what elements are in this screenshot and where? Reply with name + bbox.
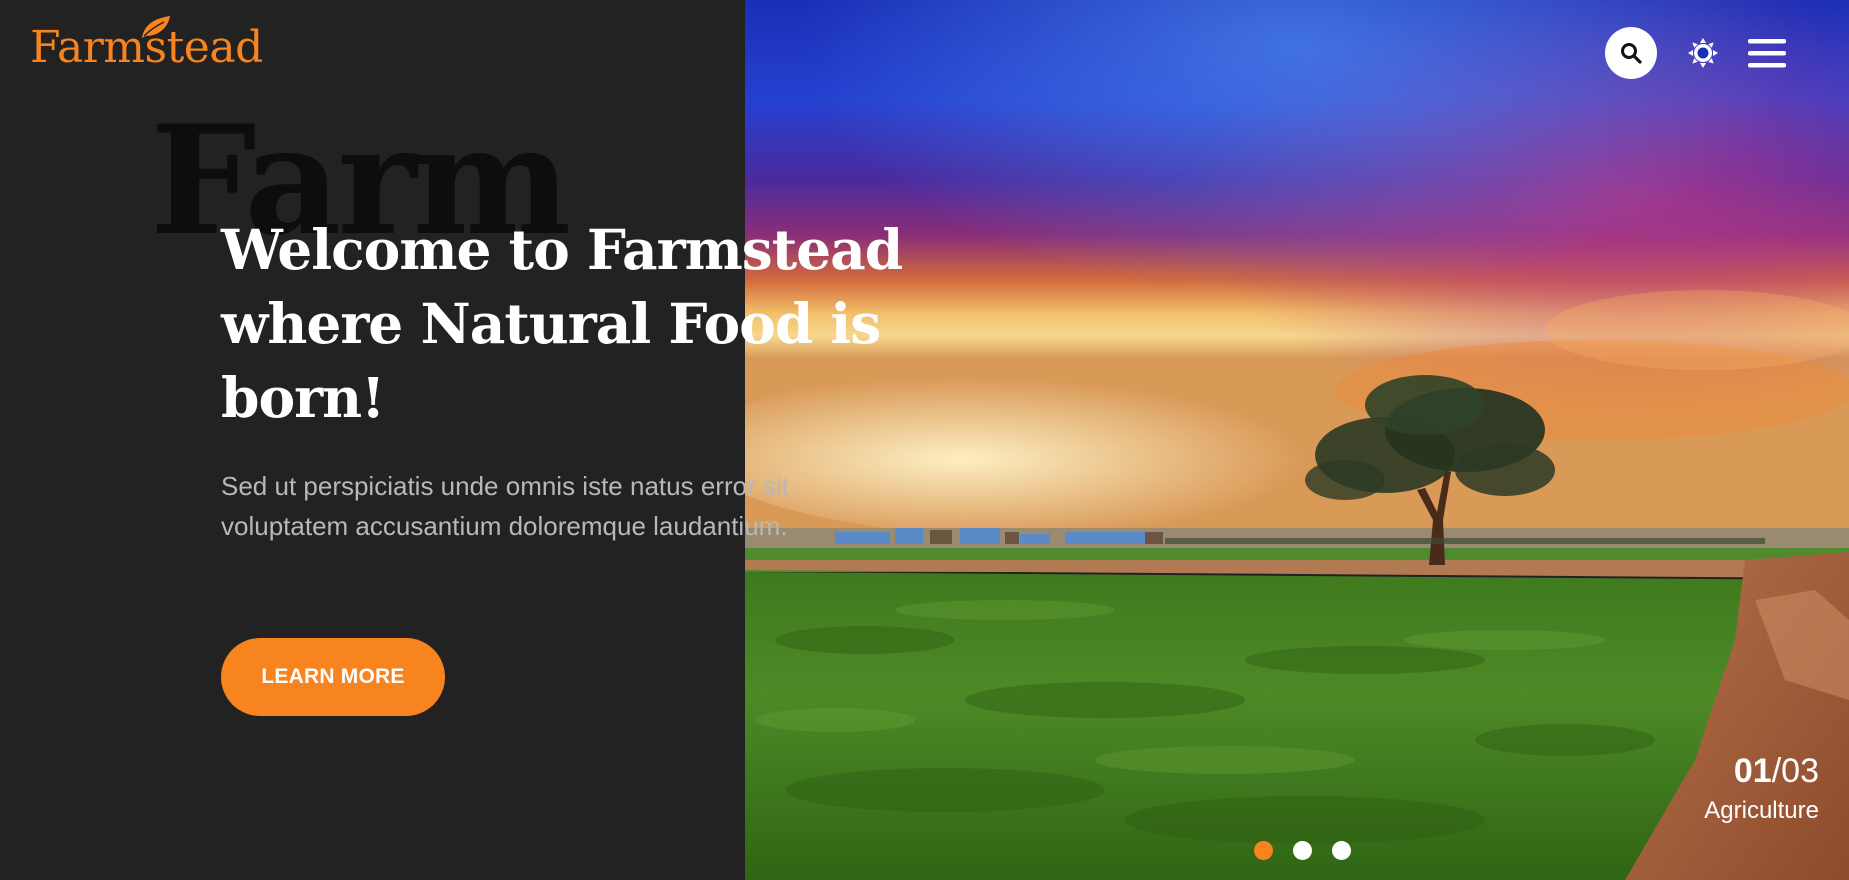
slider-pagination — [1254, 841, 1351, 860]
sun-icon — [1688, 38, 1718, 68]
hero-page: Farmstead Farm Welcome to Farmstead wher… — [0, 0, 1849, 880]
slide-counter: 01/03 Agriculture — [1704, 748, 1819, 828]
header-actions — [1605, 27, 1787, 79]
hero-background-photo — [745, 0, 1849, 880]
slide-category: Agriculture — [1704, 797, 1819, 824]
hero-title: Welcome to Farmstead where Natural Food … — [221, 217, 903, 430]
hero-subtitle: Sed ut perspiciatis unde omnis iste natu… — [221, 471, 789, 541]
leaf-icon — [142, 16, 170, 38]
slider-dot-3[interactable] — [1332, 841, 1351, 860]
brand-logo[interactable]: Farmstead — [30, 16, 263, 76]
theme-toggle-button[interactable] — [1683, 33, 1723, 73]
search-icon — [1621, 43, 1642, 64]
slider-dot-2[interactable] — [1293, 841, 1312, 860]
search-button[interactable] — [1605, 27, 1657, 79]
slide-separator: / — [1771, 752, 1782, 790]
slider-dot-1[interactable] — [1254, 841, 1273, 860]
slide-total-number: 03 — [1781, 752, 1819, 790]
field-landscape-image — [745, 0, 1849, 880]
menu-button[interactable] — [1747, 33, 1787, 73]
slide-counter-numbers: 01/03 — [1704, 748, 1819, 794]
hamburger-menu-icon — [1748, 39, 1786, 68]
slide-current-number: 01 — [1733, 752, 1772, 790]
learn-more-button[interactable]: LEARN MORE — [221, 638, 445, 716]
